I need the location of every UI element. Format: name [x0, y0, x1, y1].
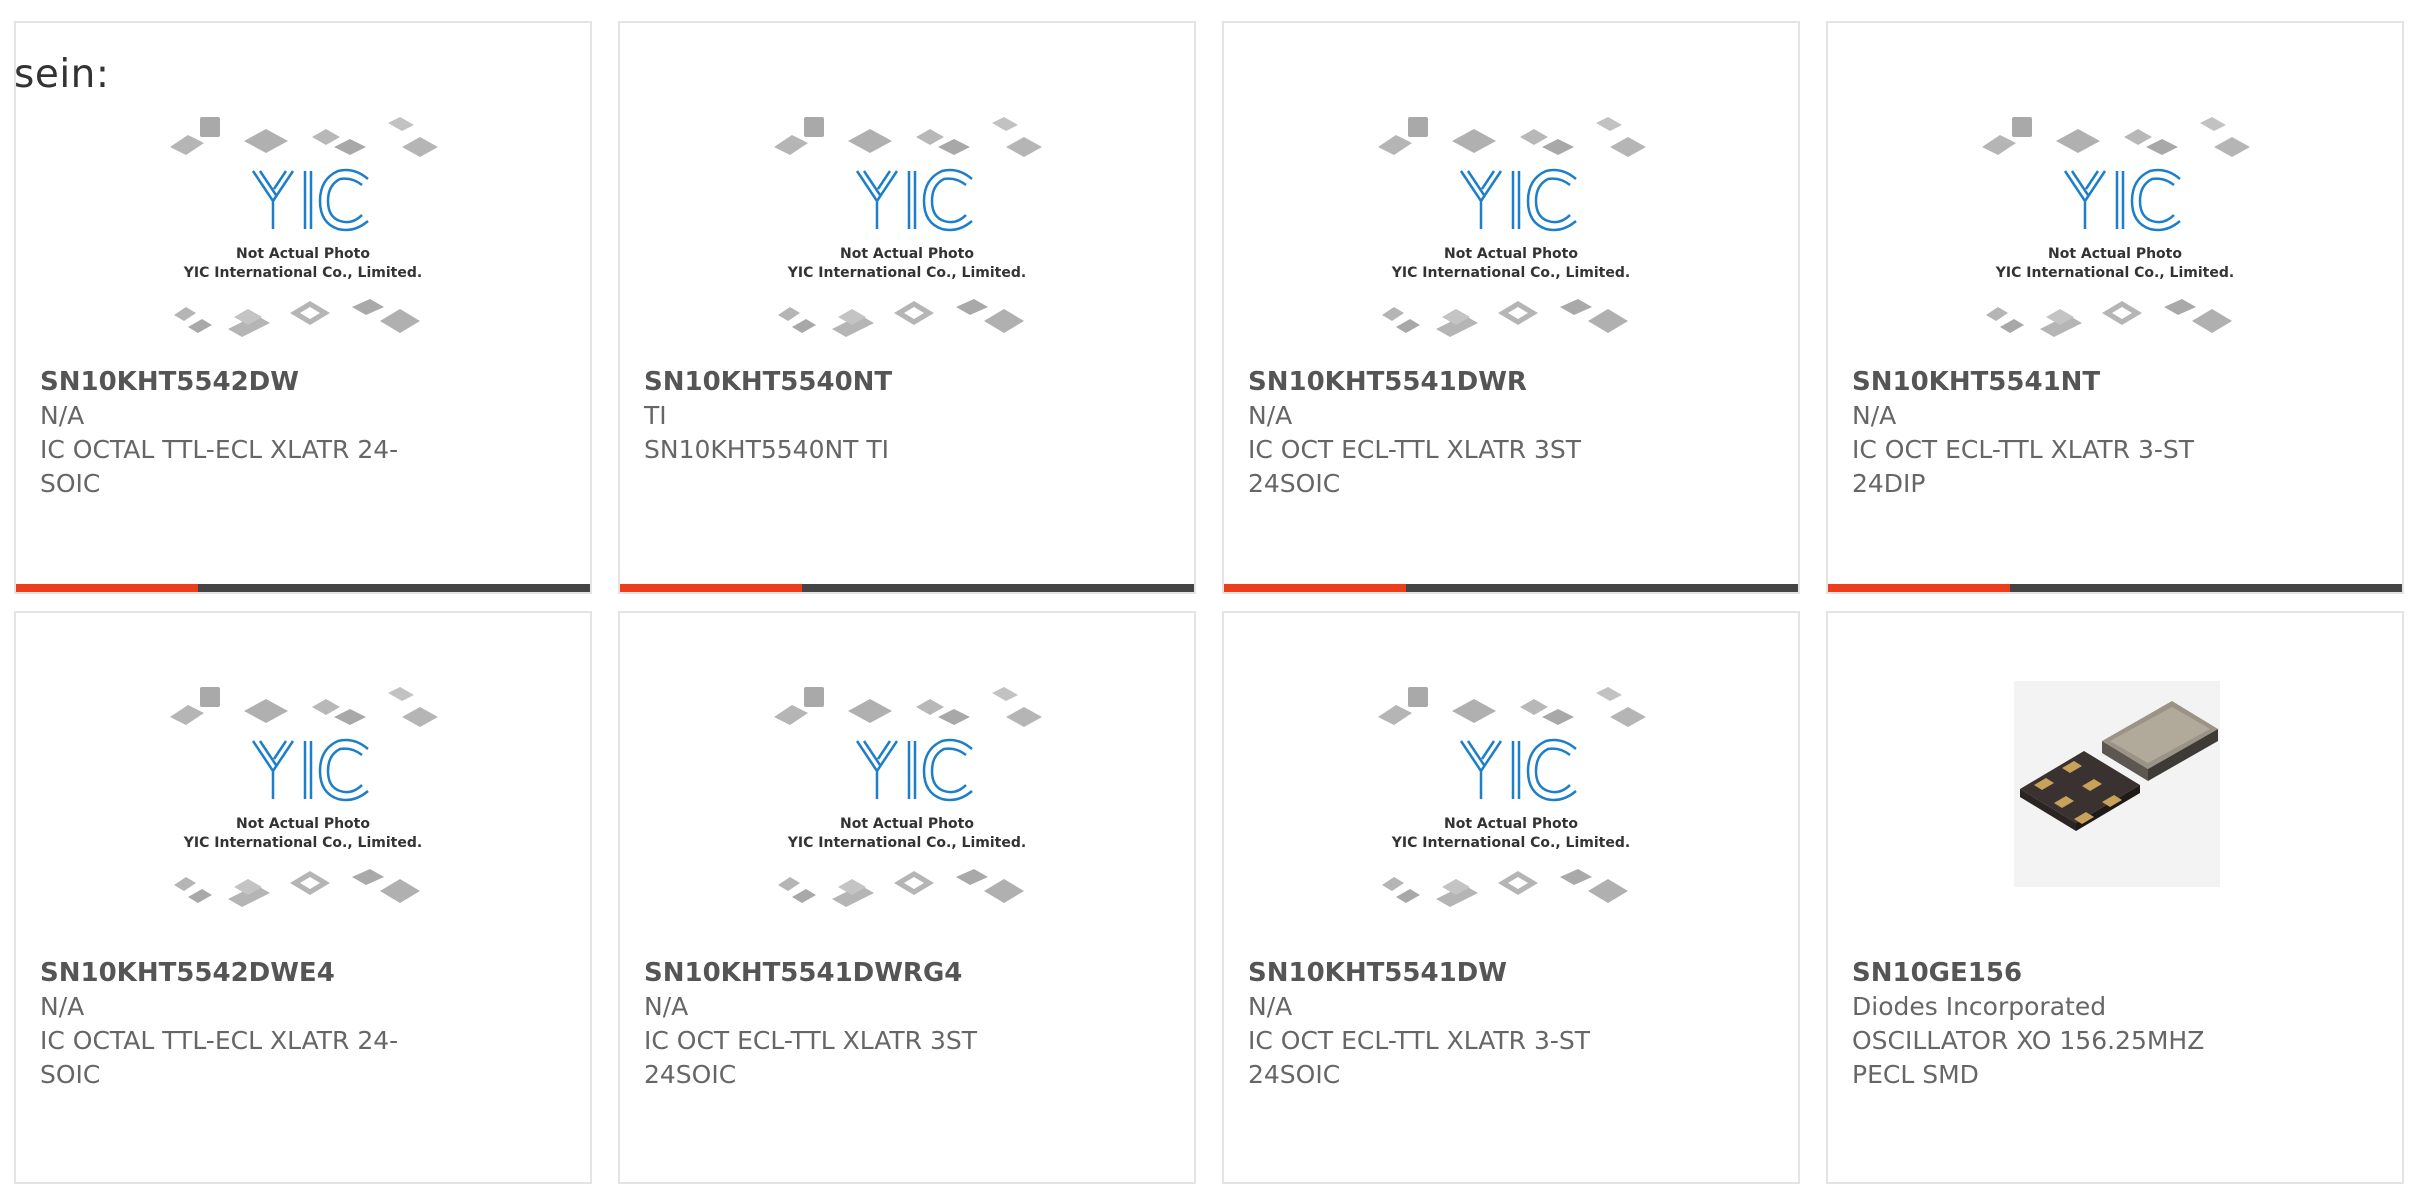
- product-placeholder-image[interactable]: Not Actual Photo YIC International Co., …: [772, 111, 1042, 351]
- card-bottom-bar: [620, 584, 1194, 592]
- description: IC OCT ECL-TTL XLATR 3ST 24SOIC: [644, 1026, 977, 1089]
- manufacturer: N/A: [1248, 401, 1293, 430]
- placeholder-line1: Not Actual Photo: [1444, 816, 1578, 832]
- product-card[interactable]: Not Actual Photo YIC International Co., …: [618, 611, 1196, 1184]
- description: OSCILLATOR XO 156.25MHZ PECL SMD: [1852, 1026, 2205, 1089]
- card-accent-bar: [1828, 584, 2010, 592]
- card-bottom-bar: [1828, 584, 2402, 592]
- manufacturer: N/A: [644, 992, 689, 1021]
- part-number-link[interactable]: SN10KHT5540NT: [644, 365, 1064, 399]
- placeholder-line1: Not Actual Photo: [236, 816, 370, 832]
- product-card[interactable]: Not Actual Photo YIC International Co., …: [1222, 611, 1800, 1184]
- placeholder-line2: YIC International Co., Limited.: [1995, 265, 2234, 281]
- placeholder-line2: YIC International Co., Limited.: [183, 835, 422, 851]
- placeholder-line1: Not Actual Photo: [840, 246, 974, 262]
- manufacturer: TI: [644, 401, 667, 430]
- card-bottom-bar: [16, 584, 590, 592]
- product-placeholder-image[interactable]: Not Actual Photo YIC International Co., …: [1980, 111, 2250, 351]
- card-accent-bar: [16, 584, 198, 592]
- part-number-link[interactable]: SN10KHT5541DWR: [1248, 365, 1668, 399]
- description: IC OCT ECL-TTL XLATR 3-ST 24SOIC: [1248, 1026, 1591, 1089]
- card-accent-bar: [620, 584, 802, 592]
- product-card[interactable]: Not Actual Photo YIC International Co., …: [14, 21, 592, 594]
- placeholder-line2: YIC International Co., Limited.: [183, 265, 422, 281]
- part-number-link[interactable]: SN10KHT5542DW: [40, 365, 460, 399]
- description: IC OCTAL TTL-ECL XLATR 24-SOIC: [40, 435, 399, 498]
- manufacturer: N/A: [40, 992, 85, 1021]
- product-placeholder-image[interactable]: Not Actual Photo YIC International Co., …: [168, 111, 438, 351]
- product-card[interactable]: Not Actual Photo YIC International Co., …: [1826, 21, 2404, 594]
- placeholder-line1: Not Actual Photo: [236, 246, 370, 262]
- product-placeholder-image[interactable]: Not Actual Photo YIC International Co., …: [168, 681, 438, 921]
- part-number-link[interactable]: SN10GE156: [1852, 956, 2272, 990]
- product-card[interactable]: Not Actual Photo YIC International Co., …: [14, 611, 592, 1184]
- intro-text: sein:: [14, 52, 110, 97]
- placeholder-line2: YIC International Co., Limited.: [1391, 265, 1630, 281]
- part-number-link[interactable]: SN10KHT5541DWRG4: [644, 956, 1064, 990]
- oscillator-photo-icon[interactable]: [2014, 681, 2220, 887]
- description: IC OCTAL TTL-ECL XLATR 24-SOIC: [40, 1026, 399, 1089]
- manufacturer: N/A: [1852, 401, 1897, 430]
- product-placeholder-image[interactable]: Not Actual Photo YIC International Co., …: [1376, 111, 1646, 351]
- placeholder-line2: YIC International Co., Limited.: [787, 835, 1026, 851]
- placeholder-line1: Not Actual Photo: [840, 816, 974, 832]
- product-card[interactable]: Not Actual Photo YIC International Co., …: [1222, 21, 1800, 594]
- part-number-link[interactable]: SN10KHT5541NT: [1852, 365, 2272, 399]
- card-bottom-bar: [1224, 584, 1798, 592]
- part-number-link[interactable]: SN10KHT5541DW: [1248, 956, 1668, 990]
- placeholder-line1: Not Actual Photo: [1444, 246, 1578, 262]
- product-card[interactable]: Not Actual Photo YIC International Co., …: [618, 21, 1196, 594]
- product-card[interactable]: SN10GE156 Diodes Incorporated OSCILLATOR…: [1826, 611, 2404, 1184]
- part-number-link[interactable]: SN10KHT5542DWE4: [40, 956, 460, 990]
- product-placeholder-image[interactable]: Not Actual Photo YIC International Co., …: [772, 681, 1042, 921]
- card-accent-bar: [1224, 584, 1406, 592]
- description: IC OCT ECL-TTL XLATR 3ST 24SOIC: [1248, 435, 1581, 498]
- placeholder-line1: Not Actual Photo: [2048, 246, 2182, 262]
- product-placeholder-image[interactable]: Not Actual Photo YIC International Co., …: [1376, 681, 1646, 921]
- description: SN10KHT5540NT TI: [644, 435, 890, 464]
- manufacturer: Diodes Incorporated: [1852, 992, 2107, 1021]
- placeholder-line2: YIC International Co., Limited.: [787, 265, 1026, 281]
- description: IC OCT ECL-TTL XLATR 3-ST 24DIP: [1852, 435, 2195, 498]
- manufacturer: N/A: [1248, 992, 1293, 1021]
- placeholder-line2: YIC International Co., Limited.: [1391, 835, 1630, 851]
- manufacturer: N/A: [40, 401, 85, 430]
